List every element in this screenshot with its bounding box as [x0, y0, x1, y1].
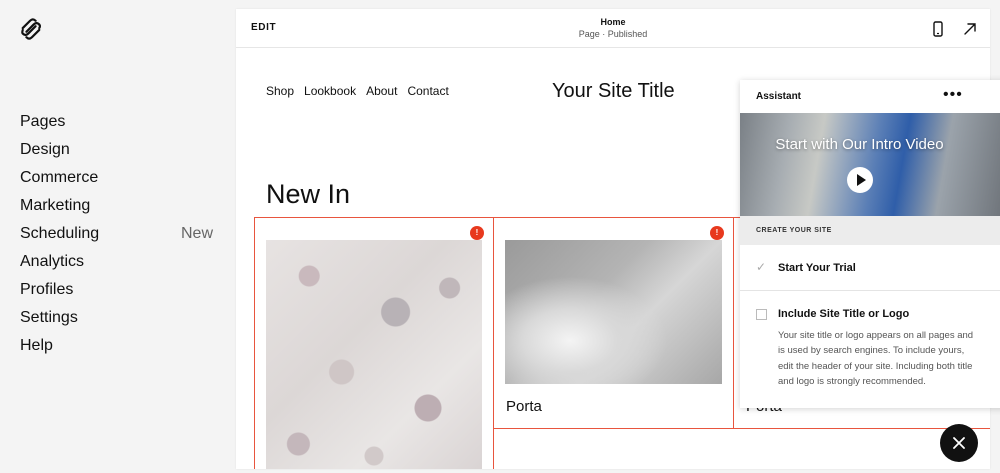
external-link-icon[interactable]: [961, 20, 979, 38]
app-root: Pages Design Commerce Marketing Scheduli…: [0, 0, 1000, 473]
sidebar-item-help[interactable]: Help: [20, 332, 220, 360]
sidebar-item-commerce[interactable]: Commerce: [20, 164, 220, 192]
section-title[interactable]: New In: [266, 179, 350, 210]
assistant-title: Assistant: [756, 91, 802, 102]
assistant-panel: Assistant ••• Start with Our Intro Video…: [740, 80, 1000, 408]
page-status: Page · Published: [578, 29, 648, 39]
product-image: [505, 240, 722, 384]
sidebar-item-label: Profiles: [20, 281, 74, 298]
more-options-icon[interactable]: •••: [943, 86, 963, 104]
page-name: Home: [600, 17, 626, 27]
sidebar-item-label: Pages: [20, 113, 66, 130]
task-start-trial[interactable]: Start Your Trial: [740, 245, 1000, 291]
sidebar-item-marketing[interactable]: Marketing: [20, 192, 220, 220]
sidebar-item-label: Help: [20, 337, 53, 354]
sidebar-item-label: Settings: [20, 309, 78, 326]
sidebar-item-label: Analytics: [20, 253, 85, 270]
sidebar-item-label: Design: [20, 141, 70, 158]
sidebar-item-label: Marketing: [20, 197, 91, 214]
editor-topbar: EDIT Home Page · Published: [236, 9, 990, 48]
product-image: [266, 240, 482, 469]
site-nav-contact[interactable]: Contact: [407, 84, 448, 98]
sidebar-item-profiles[interactable]: Profiles: [20, 276, 220, 304]
product-card[interactable]: Porta !: [493, 217, 734, 429]
create-site-label: CREATE YOUR SITE: [756, 227, 832, 234]
task-description: Your site title or logo appears on all p…: [778, 330, 974, 388]
checkbox[interactable]: [756, 309, 767, 320]
close-icon: [953, 437, 965, 449]
sidebar-nav: Pages Design Commerce Marketing Scheduli…: [20, 108, 220, 360]
product-card[interactable]: !: [254, 217, 494, 469]
site-nav-shop[interactable]: Shop: [266, 84, 294, 98]
sidebar-item-label: Commerce: [20, 169, 99, 186]
task-title: Start Your Trial: [778, 262, 856, 274]
squarespace-logo-icon[interactable]: [20, 18, 42, 40]
site-nav-lookbook[interactable]: Lookbook: [304, 84, 356, 98]
sidebar-item-settings[interactable]: Settings: [20, 304, 220, 332]
intro-video[interactable]: Start with Our Intro Video: [740, 113, 1000, 216]
task-include-title[interactable]: Include Site Title or Logo Your site tit…: [740, 291, 1000, 408]
warning-badge[interactable]: !: [470, 226, 484, 240]
close-assistant-button[interactable]: [940, 424, 978, 462]
product-card-row[interactable]: [493, 428, 990, 469]
mobile-preview-icon[interactable]: [929, 20, 947, 38]
video-title: Start with Our Intro Video: [775, 136, 944, 153]
assistant-header: Assistant •••: [740, 80, 1000, 113]
task-title: Include Site Title or Logo: [778, 308, 910, 320]
page-info: Home Page · Published: [236, 17, 990, 40]
product-name: Porta: [506, 398, 542, 415]
create-site-header: CREATE YOUR SITE: [740, 216, 1000, 245]
sidebar-item-label: Scheduling: [20, 225, 100, 242]
site-nav-about[interactable]: About: [366, 84, 397, 98]
sidebar-item-pages[interactable]: Pages: [20, 108, 220, 136]
checked-checkbox[interactable]: [756, 260, 767, 274]
new-badge: New: [180, 225, 213, 242]
sidebar-item-analytics[interactable]: Analytics: [20, 248, 220, 276]
site-title[interactable]: Your Site Title: [552, 80, 675, 103]
warning-badge[interactable]: !: [710, 226, 724, 240]
sidebar-item-design[interactable]: Design: [20, 136, 220, 164]
edit-button[interactable]: EDIT: [251, 22, 276, 33]
sidebar-item-scheduling[interactable]: Scheduling New: [20, 220, 220, 248]
site-nav: Shop Lookbook About Contact: [266, 84, 449, 98]
play-icon[interactable]: [847, 167, 873, 193]
